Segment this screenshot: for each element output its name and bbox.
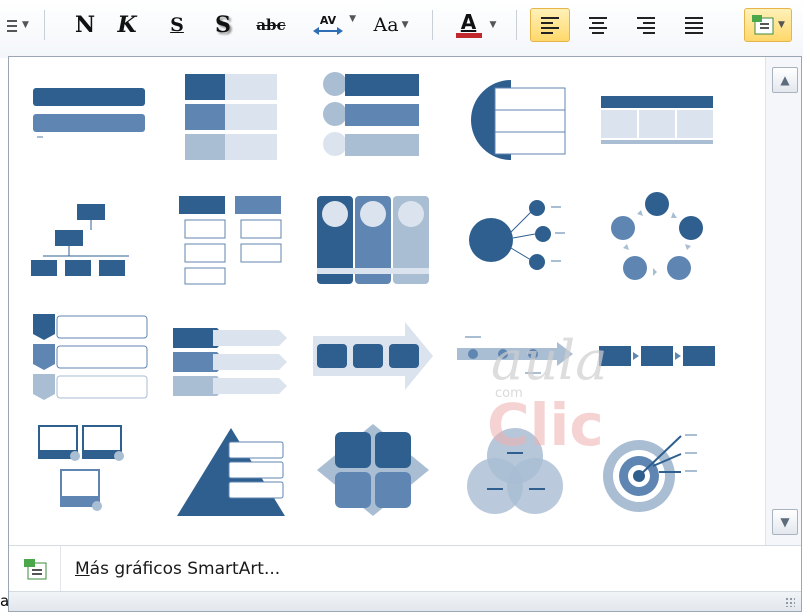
- smartart-layout-thumbnail[interactable]: [303, 415, 443, 525]
- more-smartart-label-first: M: [75, 558, 90, 579]
- align-left-icon: [541, 16, 559, 34]
- smartart-graphic-icon: [9, 545, 61, 592]
- spacing-label: AV: [319, 13, 337, 27]
- segmented-pyramid-icon: [177, 428, 285, 516]
- process-arrow-icon: [313, 322, 433, 390]
- stacked-arrows-icon: [173, 328, 287, 396]
- font-color-label: A: [460, 10, 477, 34]
- align-center-button[interactable]: [578, 8, 618, 42]
- half-circle-organization-icon: [471, 80, 566, 160]
- smartart-layout-thumbnail[interactable]: [161, 301, 301, 411]
- change-case-button[interactable]: Aa ▼: [366, 8, 416, 42]
- align-right-button[interactable]: [626, 8, 666, 42]
- chevron-down-icon: ▼: [349, 14, 356, 24]
- smartart-layout-thumbnail[interactable]: [303, 61, 443, 171]
- bold-button[interactable]: N: [70, 8, 100, 42]
- smartart-layout-thumbnail[interactable]: [587, 415, 727, 525]
- smartart-layout-thumbnail[interactable]: [587, 61, 727, 171]
- smartart-gallery-dropdown: aula com Clic ▲ ▼ Más gráficos SmartArt.…: [8, 56, 802, 612]
- smartart-layout-thumbnail[interactable]: [303, 185, 443, 295]
- organization-chart-icon: [31, 204, 129, 276]
- vertical-scrollbar[interactable]: ▲ ▼: [765, 57, 801, 545]
- scroll-up-button[interactable]: ▲: [772, 67, 798, 93]
- line-spacing-icon: [7, 20, 18, 32]
- smartart-layout-thumbnail[interactable]: [303, 301, 443, 411]
- font-color-button[interactable]: A ▼: [448, 8, 504, 42]
- font-color-swatch: [455, 33, 482, 38]
- smartart-layout-thumbnail[interactable]: [445, 415, 585, 525]
- resize-grip-icon[interactable]: [785, 597, 795, 607]
- scroll-down-icon: ▼: [780, 515, 790, 529]
- italic-button[interactable]: K: [112, 8, 142, 42]
- separator: [44, 10, 45, 40]
- underline-label: S: [170, 14, 184, 36]
- target-icon: [603, 434, 697, 512]
- timeline-process-icon: [457, 336, 573, 374]
- vertical-bullet-list-icon: [185, 74, 277, 160]
- basic-matrix-icon: [317, 424, 429, 516]
- smartart-layout-thumbnail[interactable]: [587, 185, 727, 295]
- chevron-down-icon: ▼: [778, 20, 785, 30]
- character-spacing-button[interactable]: AV ▼: [300, 8, 356, 42]
- italic-label: K: [117, 12, 137, 38]
- resize-bar: [9, 591, 801, 611]
- shadow-button[interactable]: S: [208, 8, 238, 42]
- convert-to-smartart-button[interactable]: ▼: [744, 8, 792, 42]
- smartart-layout-thumbnail[interactable]: [161, 415, 301, 525]
- line-spacing-button[interactable]: ▼: [2, 8, 32, 42]
- scroll-down-button[interactable]: ▼: [772, 509, 798, 535]
- basic-cycle-icon: [611, 192, 703, 280]
- smartart-layout-thumbnail[interactable]: [161, 61, 301, 171]
- smartart-layout-thumbnail[interactable]: [445, 61, 585, 171]
- picture-caption-list-icon: [38, 425, 124, 511]
- hierarchy-list-icon: [179, 196, 282, 285]
- smartart-icon: [752, 15, 774, 35]
- radial-cluster-icon: [469, 200, 565, 270]
- scroll-up-icon: ▲: [780, 73, 790, 87]
- page-edge-text: a: [0, 592, 10, 610]
- font-paragraph-toolbar: ▼ N K S S abc AV ▼ Aa ▼ A ▼ ▼: [0, 0, 803, 58]
- basic-venn-icon: [467, 428, 563, 514]
- more-smartart-label: Más gráficos SmartArt...: [75, 559, 280, 579]
- smartart-layout-thumbnail[interactable]: [19, 301, 159, 411]
- justify-button[interactable]: [674, 8, 714, 42]
- smartart-layout-thumbnail[interactable]: [587, 301, 727, 411]
- chevron-down-icon: ▼: [401, 20, 409, 30]
- smartart-layout-grid: [9, 57, 763, 545]
- underline-button[interactable]: S: [164, 8, 190, 42]
- chevron-down-icon: ▼: [489, 20, 497, 30]
- smartart-layout-thumbnail[interactable]: [161, 185, 301, 295]
- vertical-picture-accent-list-icon: [317, 196, 429, 284]
- vertical-circle-list-icon: [323, 72, 419, 156]
- basic-block-list-icon: [33, 88, 145, 138]
- smartart-layout-thumbnail[interactable]: [19, 185, 159, 295]
- more-smartart-label-rest: ás gráficos SmartArt...: [89, 558, 281, 579]
- smartart-layout-thumbnail[interactable]: [445, 301, 585, 411]
- shadow-label: S: [215, 12, 231, 38]
- separator: [516, 10, 517, 40]
- change-case-label: Aa: [373, 14, 399, 36]
- separator: [432, 10, 433, 40]
- align-left-button[interactable]: [530, 8, 570, 42]
- double-arrow-icon: [313, 26, 343, 35]
- bold-label: N: [74, 12, 96, 38]
- strikethrough-button[interactable]: abc: [250, 8, 292, 42]
- basic-process-icon: [599, 346, 715, 366]
- more-smartart-item[interactable]: Más gráficos SmartArt...: [9, 545, 801, 592]
- table-list-icon: [601, 96, 713, 144]
- align-right-icon: [637, 16, 655, 34]
- vertical-chevron-list-icon: [33, 314, 148, 400]
- justify-icon: [685, 16, 703, 34]
- chevron-down-icon: ▼: [22, 20, 29, 30]
- smartart-layout-thumbnail[interactable]: [445, 185, 585, 295]
- strikethrough-label: abc: [256, 16, 286, 34]
- align-center-icon: [589, 16, 607, 34]
- smartart-layout-thumbnail[interactable]: [19, 415, 159, 525]
- smartart-layout-thumbnail[interactable]: [19, 61, 159, 171]
